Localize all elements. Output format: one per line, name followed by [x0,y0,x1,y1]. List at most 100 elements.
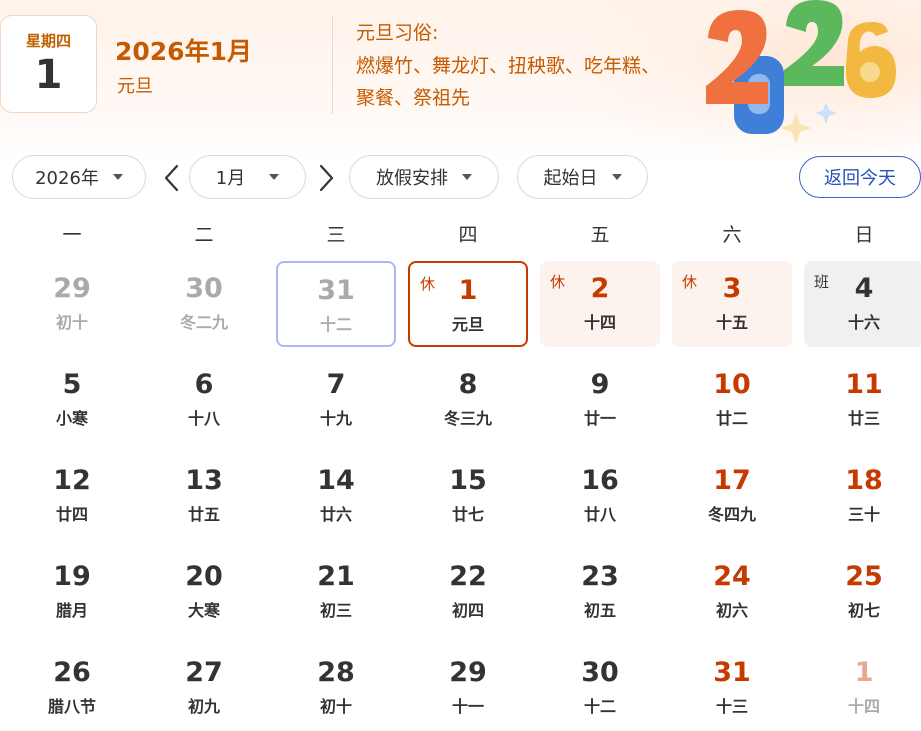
day-number: 9 [590,369,610,400]
day-number: 11 [845,369,883,400]
day-cell[interactable]: 6 十八 [144,357,264,443]
day-number: 29 [449,657,487,688]
year-select-label: 2026年 [35,168,99,189]
lunar-date: 腊月 [55,601,88,620]
lunar-date: 十二 [319,315,352,334]
chevron-right-icon[interactable] [316,164,336,192]
day-cell[interactable]: 班 4 十六 [804,261,921,347]
day-cell[interactable]: 15 廿七 [408,453,528,539]
lunar-date: 初五 [583,601,616,620]
month-select-label: 1月 [215,168,246,189]
day-cell[interactable]: 25 初七 [804,549,921,635]
day-cell[interactable]: 30 冬二九 [144,261,264,347]
month-select[interactable]: 1月 [189,155,306,199]
day-cell[interactable]: 24 初六 [672,549,792,635]
lunar-date: 十九 [319,409,352,428]
day-number: 8 [458,369,478,400]
lunar-date: 初三 [319,601,352,620]
day-cell[interactable]: 10 廿二 [672,357,792,443]
day-cell[interactable]: 21 初三 [276,549,396,635]
lunar-date: 廿二 [715,409,748,428]
day-number: 6 [194,369,214,400]
day-cell[interactable]: 23 初五 [540,549,660,635]
lunar-date: 十五 [715,313,748,332]
day-number: 7 [326,369,346,400]
lunar-date: 廿七 [451,505,484,524]
day-number: 22 [449,561,487,592]
day-cell[interactable]: 16 廿八 [540,453,660,539]
new-year-2026-art-icon [706,0,896,144]
day-cell[interactable]: 31 十三 [672,645,792,731]
day-cell[interactable]: 18 三十 [804,453,921,539]
day-number: 23 [581,561,619,592]
lunar-date: 元旦 [451,315,484,334]
day-cell[interactable]: 19 腊月 [12,549,132,635]
lunar-date: 冬二九 [179,313,228,332]
day-cell[interactable]: 休 2 十四 [540,261,660,347]
day-cell[interactable]: 7 十九 [276,357,396,443]
day-cell[interactable]: 12 廿四 [12,453,132,539]
lunar-date: 初九 [187,697,220,716]
lunar-date: 大寒 [187,601,220,620]
day-number: 20 [185,561,223,592]
day-cell[interactable]: 27 初九 [144,645,264,731]
lunar-date: 廿一 [583,409,616,428]
day-cell[interactable]: 13 廿五 [144,453,264,539]
header-divider [332,16,333,114]
day-cell[interactable]: 11 廿三 [804,357,921,443]
day-number: 1 [854,657,874,688]
day-number: 30 [581,657,619,688]
weekday-header: 二 [194,224,214,246]
day-cell[interactable]: 22 初四 [408,549,528,635]
day-number: 10 [713,369,751,400]
day-number: 15 [449,465,487,496]
back-to-today-button[interactable]: 返回今天 [799,156,921,198]
day-cell[interactable]: 29 初十 [12,261,132,347]
start-day-select[interactable]: 起始日 [517,155,648,199]
holiday-select[interactable]: 放假安排 [349,155,499,199]
caret-down-icon [611,174,622,180]
day-number: 4 [854,273,874,304]
day-number: 3 [722,273,742,304]
day-number: 17 [713,465,751,496]
lunar-date: 冬四九 [707,505,756,524]
lunar-date: 廿六 [319,505,352,524]
weekday-header: 三 [326,224,346,246]
lunar-date: 初十 [55,313,88,332]
day-number: 5 [62,369,82,400]
day-cell[interactable]: 31 十二 [276,261,396,347]
lunar-date: 十八 [187,409,220,428]
day-cell[interactable]: 30 十二 [540,645,660,731]
caret-down-icon [269,174,280,180]
day-cell[interactable]: 5 小寒 [12,357,132,443]
lunar-date: 初四 [451,601,484,620]
holiday-select-label: 放假安排 [376,168,448,189]
lunar-date: 廿八 [583,505,616,524]
day-cell[interactable]: 17 冬四九 [672,453,792,539]
chevron-left-icon[interactable] [162,164,182,192]
day-cell[interactable]: 8 冬三九 [408,357,528,443]
day-cell[interactable]: 20 大寒 [144,549,264,635]
day-cell[interactable]: 休 1 元旦 [408,261,528,347]
year-select[interactable]: 2026年 [12,155,146,199]
weekday-header: 日 [854,224,874,246]
lunar-date: 三十 [847,505,880,524]
day-cell[interactable]: 29 十一 [408,645,528,731]
date-card-day: 1 [34,52,63,98]
day-cell[interactable]: 9 廿一 [540,357,660,443]
lunar-date: 廿五 [187,505,220,524]
lunar-date: 十三 [715,697,748,716]
day-cell[interactable]: 14 廿六 [276,453,396,539]
day-cell[interactable]: 28 初十 [276,645,396,731]
day-number: 21 [317,561,355,592]
lunar-date: 初十 [319,697,352,716]
day-number: 31 [317,275,355,306]
weekday-header: 五 [590,224,610,246]
day-number: 25 [845,561,883,592]
day-cell[interactable]: 1 十四 [804,645,921,731]
day-cell[interactable]: 休 3 十五 [672,261,792,347]
lunar-date: 十一 [451,697,484,716]
lunar-date: 十六 [847,313,880,332]
day-number: 19 [53,561,91,592]
day-cell[interactable]: 26 腊八节 [12,645,132,731]
